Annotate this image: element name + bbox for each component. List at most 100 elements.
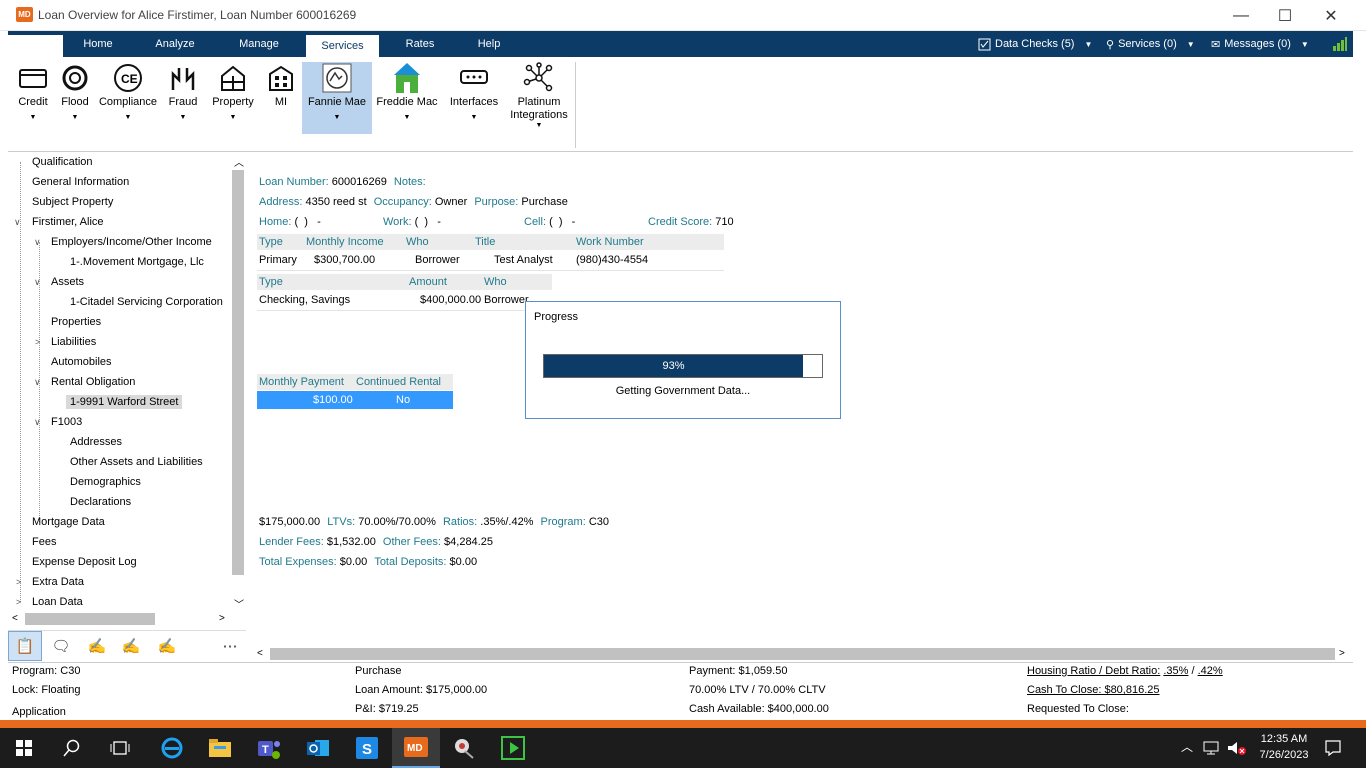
income-cell-title: Test Analyst <box>494 254 553 266</box>
tab-home[interactable]: Home <box>63 31 133 57</box>
nav-asset-item[interactable]: 1-Citadel Servicing Corporation <box>70 296 223 308</box>
status-cash-to-close-link[interactable]: Cash To Close: $80,816.25 <box>1027 684 1160 696</box>
chevron-down-icon[interactable]: ∨ <box>34 417 41 428</box>
signature-icon[interactable]: ✍ <box>80 631 114 661</box>
fraud-button[interactable]: Fraud ▼ <box>165 60 201 121</box>
chevron-down-icon[interactable]: ∨ <box>34 277 41 288</box>
nav-properties[interactable]: Properties <box>51 316 101 328</box>
chevron-up-icon[interactable]: ︿ <box>1181 738 1193 755</box>
signature-icon[interactable]: ✍ <box>114 631 148 661</box>
compliance-button[interactable]: CE Compliance ▼ <box>97 60 159 121</box>
scroll-down-icon[interactable]: ﹀ <box>234 596 244 611</box>
flood-label: Flood <box>61 96 89 108</box>
windows-start-icon[interactable] <box>0 728 48 768</box>
cell-value: ( ) - <box>549 216 576 228</box>
nav-general-information[interactable]: General Information <box>32 176 129 188</box>
snipping-tool-icon[interactable] <box>440 728 488 768</box>
tab-services[interactable]: Services <box>306 35 379 57</box>
freddie-mac-button[interactable]: Freddie Mac ▼ <box>374 60 440 121</box>
scroll-left-icon[interactable]: < <box>12 613 18 624</box>
chevron-down-icon[interactable]: ∨ <box>34 377 41 388</box>
network-icon[interactable] <box>1203 740 1221 756</box>
nav-borrower[interactable]: Firstimer, Alice <box>32 216 104 228</box>
messages-button[interactable]: ✉ Messages (0) ▼ <box>1211 31 1309 57</box>
scroll-right-icon[interactable]: > <box>219 613 225 624</box>
nav-extra-data[interactable]: Extra Data <box>32 576 84 588</box>
platinum-integrations-button[interactable]: Platinum Integrations ▼ <box>506 60 572 129</box>
volume-muted-icon[interactable] <box>1227 740 1247 756</box>
tab-rates[interactable]: Rates <box>386 31 454 57</box>
close-button[interactable]: ✕ <box>1308 0 1354 31</box>
chevron-right-icon[interactable]: > <box>16 577 21 587</box>
clipboard-icon[interactable]: 📋 <box>8 631 42 661</box>
tab-help[interactable]: Help <box>460 31 518 57</box>
maximize-button[interactable]: ☐ <box>1262 0 1308 31</box>
flood-button[interactable]: Flood ▼ <box>58 60 92 121</box>
nav-declarations[interactable]: Declarations <box>70 496 131 508</box>
more-options-icon[interactable]: ⋯ <box>213 631 247 661</box>
nav-expense-deposit-log[interactable]: Expense Deposit Log <box>32 556 137 568</box>
mi-button[interactable]: MI <box>266 60 296 108</box>
lender-fees-label: Lender Fees: <box>259 536 324 548</box>
outlook-icon[interactable] <box>294 728 342 768</box>
chevron-right-icon[interactable]: > <box>35 337 40 347</box>
internet-explorer-icon[interactable] <box>148 728 196 768</box>
nav-subject-property[interactable]: Subject Property <box>32 196 113 208</box>
content-horizontal-scroll-thumb[interactable] <box>270 648 1335 660</box>
secure-app-icon[interactable]: S <box>343 728 391 768</box>
status-ratio-link[interactable]: Housing Ratio / Debt Ratio: <box>1027 665 1160 677</box>
nav-employer-item[interactable]: 1-.Movement Mortgage, Llc <box>70 256 204 268</box>
nav-employers[interactable]: Employers/Income/Other Income <box>51 236 212 248</box>
notes-label: Notes: <box>393 176 426 188</box>
fannie-mae-button[interactable]: Fannie Mae ▼ <box>302 60 372 121</box>
credit-button[interactable]: Credit ▼ <box>13 60 53 121</box>
status-housing-ratio-link[interactable]: .35% <box>1163 665 1188 677</box>
nav-fees[interactable]: Fees <box>32 536 56 548</box>
nav-addresses[interactable]: Addresses <box>70 436 122 448</box>
checkbox-icon <box>978 38 991 50</box>
nav-horizontal-scroll-thumb[interactable] <box>25 613 155 625</box>
nav-rental-obligation[interactable]: Rental Obligation <box>51 376 135 388</box>
nav-loan-data[interactable]: Loan Data <box>32 596 83 608</box>
income-cell-monthly: $300,700.00 <box>314 254 376 266</box>
data-checks-button[interactable]: Data Checks (5) ▼ <box>978 31 1092 57</box>
scroll-up-icon[interactable]: ︿ <box>234 154 244 169</box>
property-button[interactable]: Property ▼ <box>208 60 258 121</box>
nav-vertical-scroll-thumb[interactable] <box>232 170 244 575</box>
taskbar-clock[interactable]: 12:35 AM 7/26/2023 <box>1250 731 1318 763</box>
file-explorer-icon[interactable] <box>196 728 244 768</box>
scroll-right-icon[interactable]: > <box>1339 648 1345 659</box>
search-icon[interactable] <box>48 728 96 768</box>
nav-assets[interactable]: Assets <box>51 276 84 288</box>
app-logo-icon: MD <box>16 7 33 22</box>
signature-icon[interactable]: ✍ <box>150 631 184 661</box>
task-view-icon[interactable] <box>96 728 144 768</box>
services-menu-button[interactable]: ⚲ Services (0) ▼ <box>1106 31 1195 57</box>
nav-liabilities[interactable]: Liabilities <box>51 336 96 348</box>
status-debt-ratio-link[interactable]: .42% <box>1198 665 1223 677</box>
nav-qualification[interactable]: Qualification <box>32 156 93 168</box>
ltv-value: 70.00%/70.00% <box>358 516 436 528</box>
chevron-down-icon[interactable]: ∨ <box>14 217 21 228</box>
scroll-left-icon[interactable]: < <box>257 648 263 659</box>
nav-mortgage-data[interactable]: Mortgage Data <box>32 516 105 528</box>
tab-analyze[interactable]: Analyze <box>140 31 210 57</box>
nav-rental-item[interactable]: 1-9991 Warford Street <box>66 395 183 409</box>
tab-manage[interactable]: Manage <box>224 31 294 57</box>
md-app-icon[interactable]: MD <box>392 728 440 768</box>
compliance-label: Compliance <box>98 96 158 108</box>
nav-f1003[interactable]: F1003 <box>51 416 82 428</box>
chevron-down-icon[interactable]: ∨ <box>34 237 41 248</box>
comment-icon[interactable]: 🗨 <box>44 631 78 661</box>
minimize-button[interactable]: — <box>1218 0 1264 31</box>
chevron-right-icon[interactable]: > <box>16 597 21 607</box>
media-player-icon[interactable] <box>489 728 537 768</box>
notification-icon[interactable] <box>1324 739 1342 757</box>
rental-selected-row[interactable] <box>257 391 453 409</box>
teams-icon[interactable]: T <box>245 728 293 768</box>
nav-demographics[interactable]: Demographics <box>70 476 141 488</box>
nav-other-assets[interactable]: Other Assets and Liabilities <box>70 456 203 468</box>
nav-automobiles[interactable]: Automobiles <box>51 356 112 368</box>
interfaces-button[interactable]: Interfaces ▼ <box>446 60 502 121</box>
cell-phone: Cell: ( ) - <box>524 216 575 228</box>
